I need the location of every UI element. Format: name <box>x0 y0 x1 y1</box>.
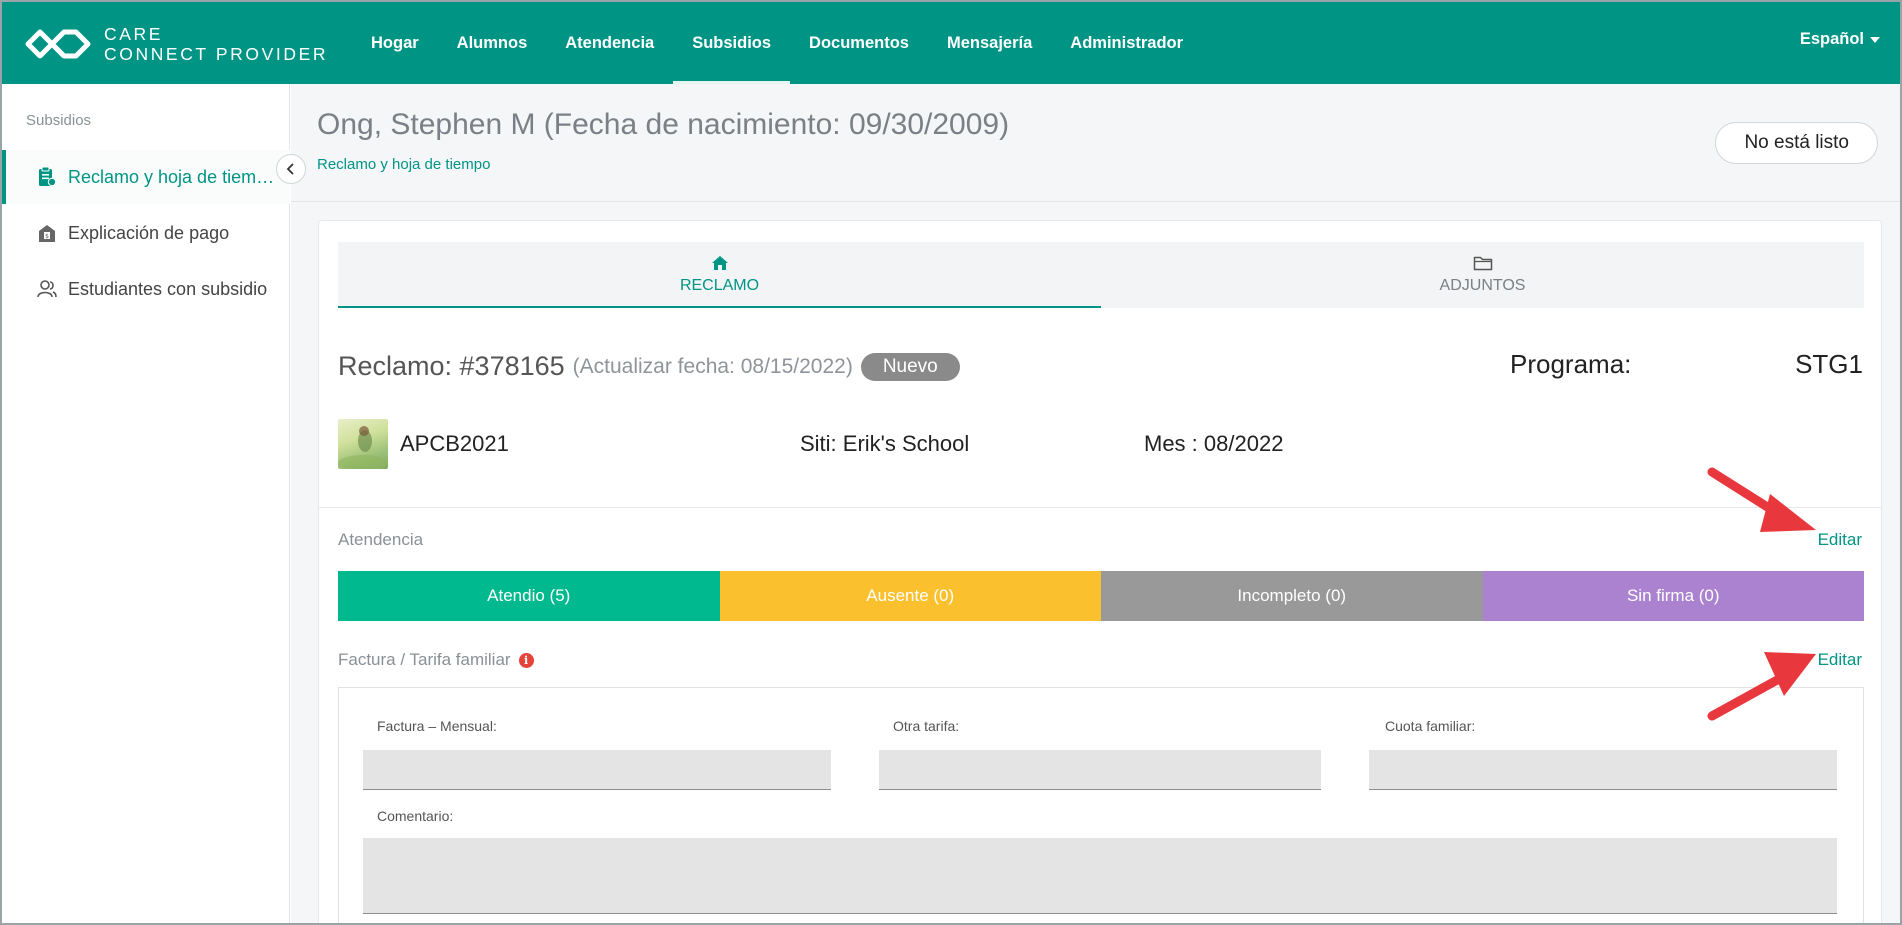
svg-text:$: $ <box>45 233 49 240</box>
claim-tabs: RECLAMO ADJUNTOS <box>338 242 1864 308</box>
nav-item-hogar[interactable]: Hogar <box>352 2 438 84</box>
invoice-label: Factura / Tarifa familiar <box>338 650 511 669</box>
claim-info-row: APCB2021 Siti: Erik's School Mes : 08/20… <box>338 419 1864 469</box>
sidebar-item-label: Reclamo y hoja de tiem… <box>68 166 275 187</box>
attendance-section-label: Atendencia <box>338 530 423 550</box>
tab-label: ADJUNTOS <box>1439 277 1526 294</box>
status-badge: Nuevo <box>860 352 960 381</box>
attendance-unsigned[interactable]: Sin firma (0) <box>1482 571 1864 621</box>
program-value: STG1 <box>1795 349 1863 379</box>
family-fee-input[interactable] <box>1369 750 1837 790</box>
page-title: Ong, Stephen M (Fecha de nacimiento: 09/… <box>317 108 1010 141</box>
other-fee-label: Otra tarifa: <box>893 718 960 734</box>
monthly-invoice-label: Factura – Mensual: <box>377 718 497 734</box>
infinity-logo-icon <box>25 29 91 59</box>
attendance-edit-link[interactable]: Editar <box>1818 530 1862 550</box>
comment-textarea[interactable] <box>363 838 1837 914</box>
folder-icon <box>1473 256 1492 271</box>
invoice-form: Factura – Mensual: Otra tarifa: Cuota fa… <box>338 687 1864 923</box>
section-divider <box>319 507 1881 508</box>
brand-name: CARE CONNECT PROVIDER <box>104 24 328 64</box>
family-fee-label: Cuota familiar: <box>1385 718 1476 734</box>
other-fee-input[interactable] <box>879 750 1321 790</box>
language-label: Español <box>1799 30 1864 48</box>
payment-building-icon: $ <box>36 222 58 244</box>
tab-adjuntos[interactable]: ADJUNTOS <box>1101 242 1864 308</box>
brand-line-2: CONNECT PROVIDER <box>104 44 329 64</box>
nav-item-atendencia[interactable]: Atendencia <box>546 2 673 84</box>
claim-number: Reclamo: #378165 <box>338 351 565 381</box>
nav-item-mensajeria[interactable]: Mensajería <box>928 2 1051 84</box>
status-button[interactable]: No está listo <box>1715 122 1878 164</box>
students-icon <box>36 278 58 300</box>
attendance-attended[interactable]: Atendio (5) <box>338 571 720 621</box>
program-label: Programa: <box>1510 349 1632 379</box>
sidebar-item-label: Estudiantes con subsidio <box>68 278 268 299</box>
attendance-summary-bar: Atendio (5) Ausente (0) Incompleto (0) S… <box>338 571 1864 621</box>
invoice-section-label: Factura / Tarifa familiar i <box>338 650 534 670</box>
claim-month: Mes : 08/2022 <box>1144 431 1284 456</box>
home-icon <box>711 256 728 270</box>
tab-reclamo[interactable]: RECLAMO <box>338 242 1101 308</box>
sidebar-collapse-button[interactable] <box>276 154 306 184</box>
chevron-left-icon <box>286 163 294 175</box>
invoice-edit-link[interactable]: Editar <box>1818 650 1862 670</box>
claim-heading: Reclamo: #378165 (Actualizar fecha: 08/1… <box>338 351 960 382</box>
provider-code: APCB2021 <box>400 431 509 456</box>
top-navbar: CARE CONNECT PROVIDER Hogar Alumnos Aten… <box>2 2 1900 84</box>
attendance-absent[interactable]: Ausente (0) <box>719 571 1101 621</box>
app-window: CARE CONNECT PROVIDER Hogar Alumnos Aten… <box>0 0 1902 925</box>
main-nav: Hogar Alumnos Atendencia Subsidios Docum… <box>352 2 1202 84</box>
monthly-invoice-input[interactable] <box>363 750 831 790</box>
claim-update-date: (Actualizar fecha: 08/15/2022) <box>572 354 853 378</box>
comment-label: Comentario: <box>377 808 454 824</box>
nav-item-subsidios[interactable]: Subsidios <box>673 2 790 84</box>
chevron-down-icon <box>1870 36 1880 43</box>
nav-item-alumnos[interactable]: Alumnos <box>438 2 547 84</box>
attendance-label: Atendencia <box>338 530 424 549</box>
clipboard-icon <box>36 166 58 188</box>
sidebar-heading: Subsidios <box>26 112 92 129</box>
nav-item-documentos[interactable]: Documentos <box>790 2 928 84</box>
brand-logo[interactable]: CARE CONNECT PROVIDER <box>22 24 328 64</box>
sidebar-item-estudiantes-con-subsidio[interactable]: Estudiantes con subsidio <box>2 262 290 316</box>
info-icon[interactable]: i <box>518 652 534 668</box>
sidebar-item-reclamo[interactable]: Reclamo y hoja de tiem… <box>2 150 290 204</box>
sidebar: Subsidios Reclamo y hoja de tiem… $ Expl… <box>2 84 290 923</box>
language-dropdown[interactable]: Español <box>1800 30 1880 49</box>
claim-card: RECLAMO ADJUNTOS Reclamo: #378165 (Actua… <box>318 220 1882 923</box>
avatar <box>338 419 388 469</box>
tab-label: RECLAMO <box>679 277 760 294</box>
breadcrumb[interactable]: Reclamo y hoja de tiempo <box>317 156 490 173</box>
attendance-incomplete[interactable]: Incompleto (0) <box>1101 571 1483 621</box>
brand-line-1: CARE <box>104 24 164 44</box>
sidebar-item-label: Explicación de pago <box>68 222 230 243</box>
sidebar-item-explicacion-de-pago[interactable]: $ Explicación de pago <box>2 206 290 260</box>
page-header: Ong, Stephen M (Fecha de nacimiento: 09/… <box>291 84 1900 202</box>
site-name: Siti: Erik's School <box>800 431 970 456</box>
nav-item-administrador[interactable]: Administrador <box>1051 2 1202 84</box>
